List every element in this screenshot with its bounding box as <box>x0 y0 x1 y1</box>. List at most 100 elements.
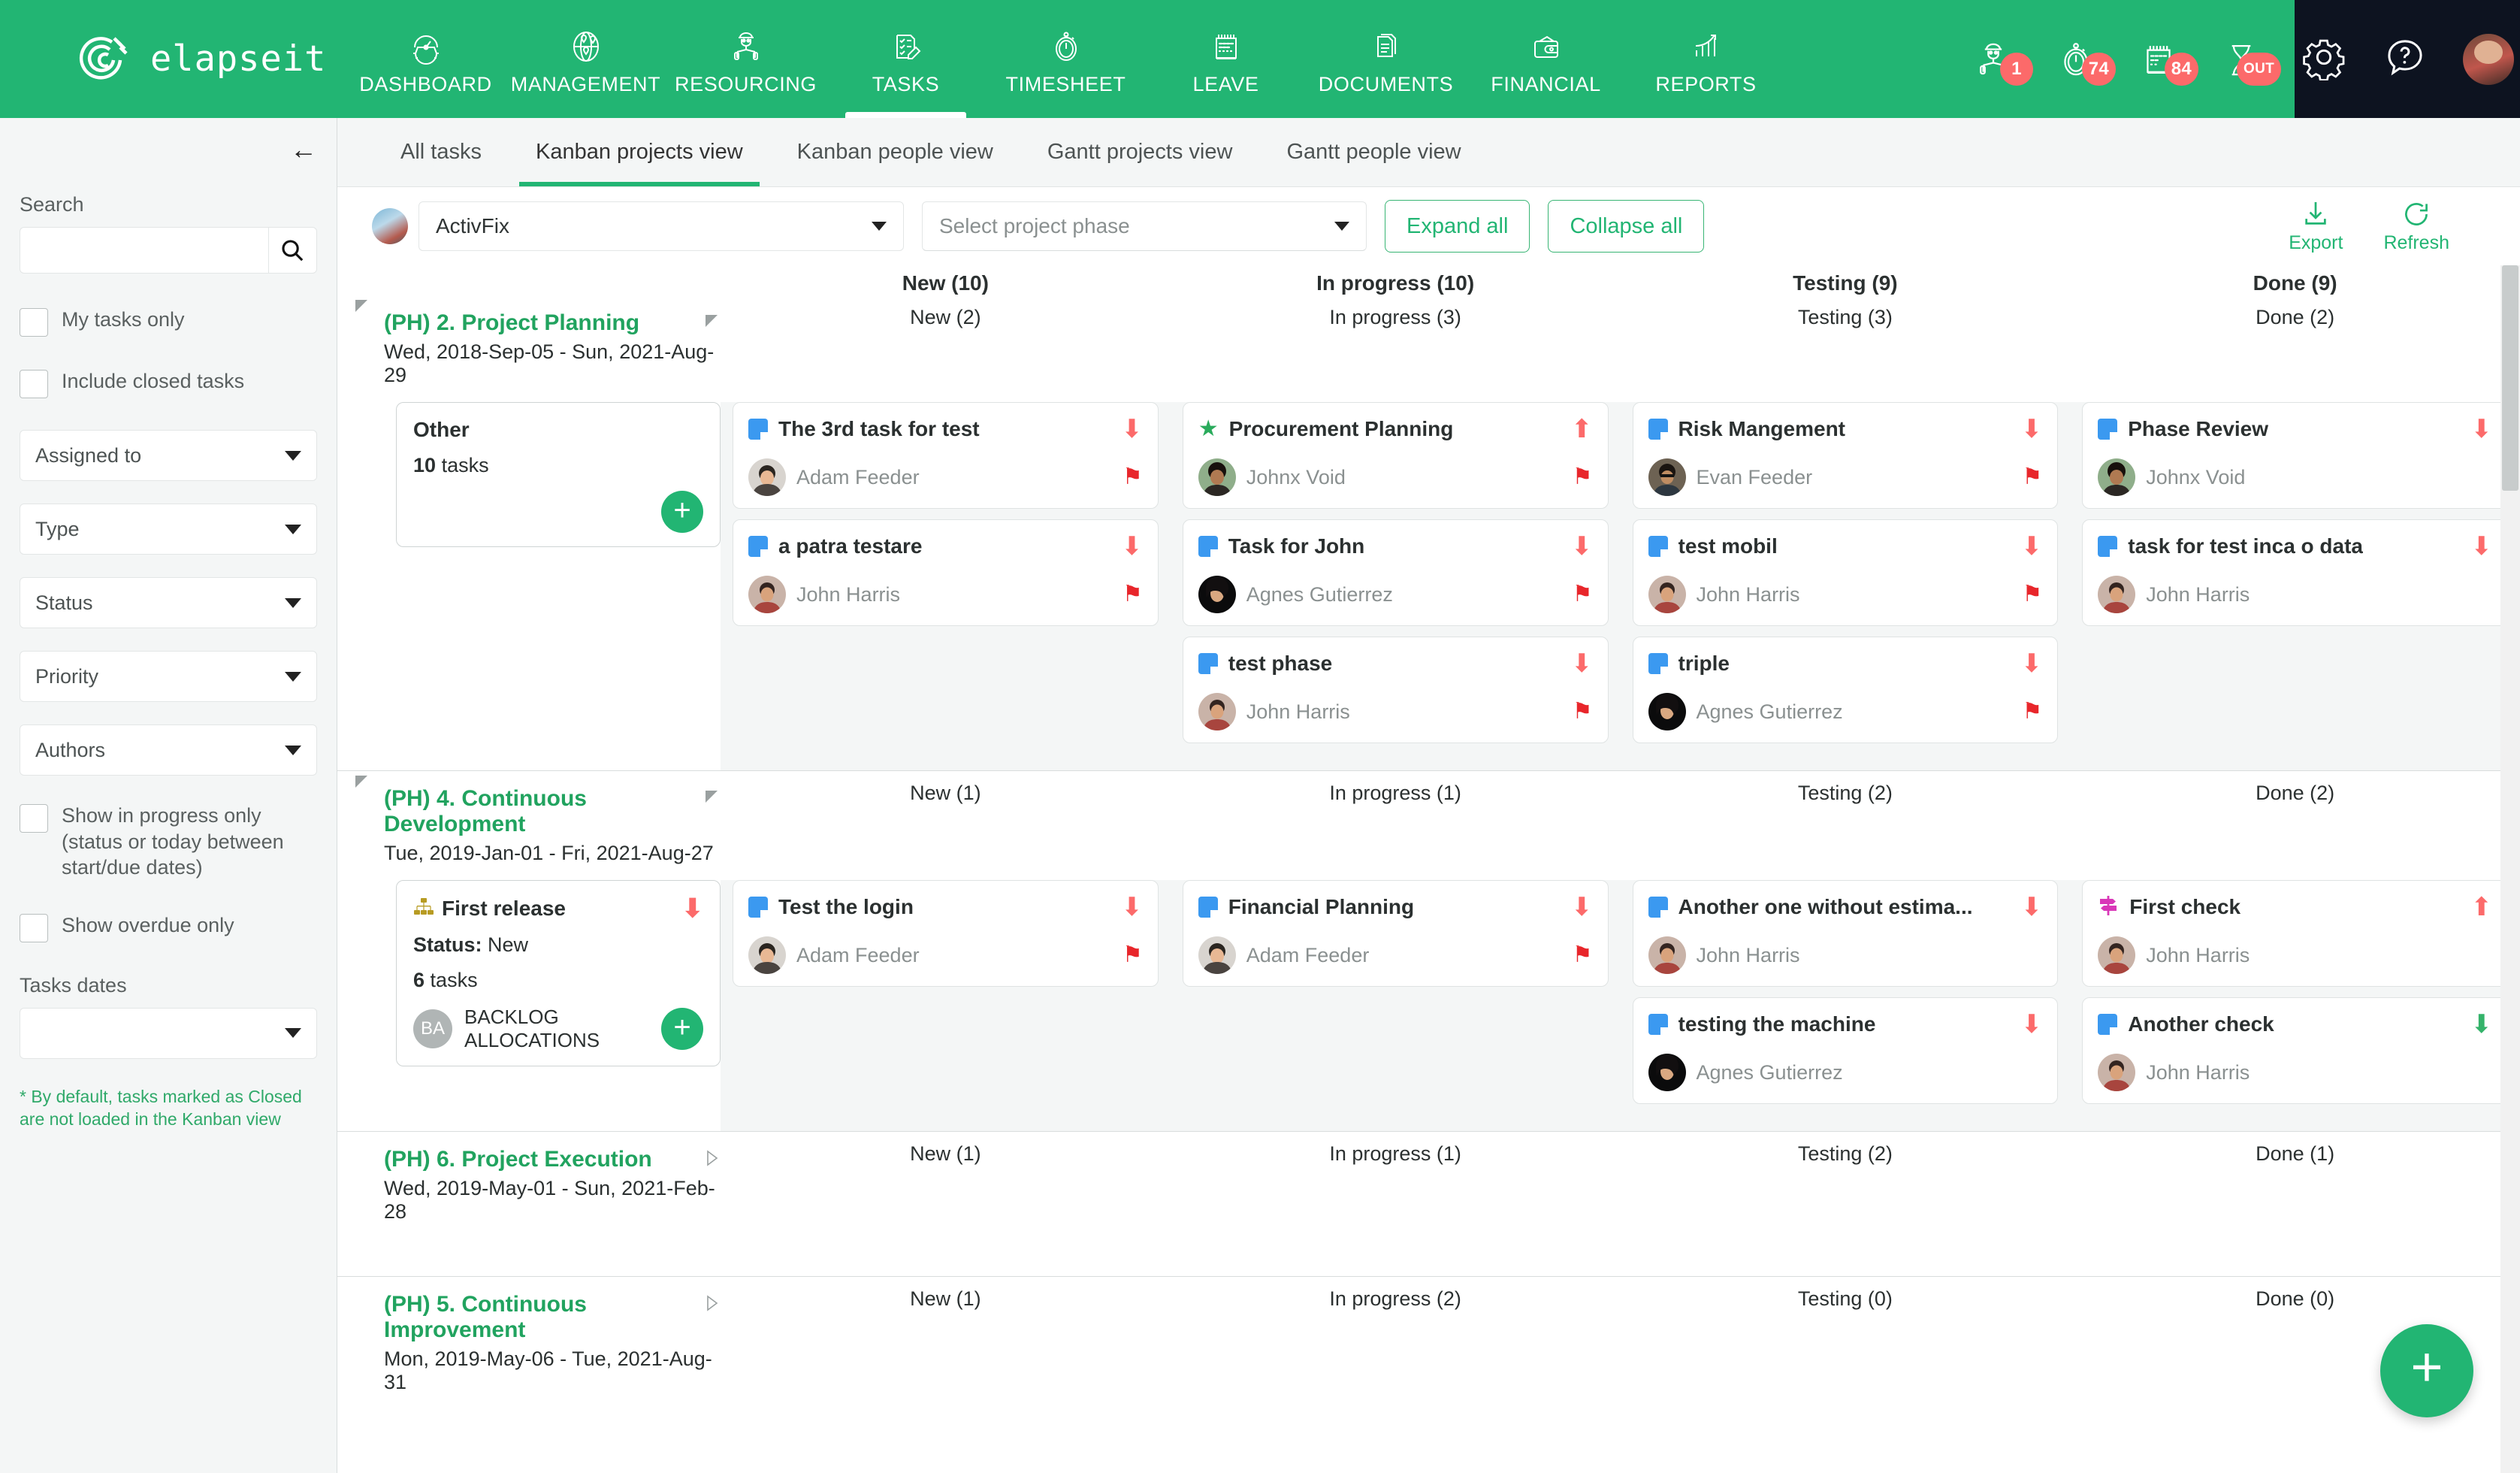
nav-item-resourcing[interactable]: RESOURCING <box>666 0 826 118</box>
nav-label: DOCUMENTS <box>1318 72 1454 95</box>
task-card[interactable]: test phase ⬇ John Harris ⚑ <box>1182 637 1609 743</box>
checkbox-my-tasks-only[interactable]: My tasks only <box>20 307 317 337</box>
select-tasks-dates[interactable] <box>20 1007 317 1059</box>
phase-dates: Wed, 2018-Sep-05 - Sun, 2021-Aug-29 <box>384 340 715 386</box>
phase-title[interactable]: (PH) 6. Project Execution <box>337 1147 721 1172</box>
brand-logo-area[interactable]: elapseit <box>0 0 346 118</box>
chevron-down-icon <box>285 745 301 755</box>
task-card[interactable]: Another check ⬇ John Harris <box>2082 997 2508 1104</box>
group-card-count: 10 tasks <box>413 454 703 477</box>
phase-title[interactable]: (PH) 5. Continuous Improvement <box>337 1292 721 1343</box>
priority-down-icon: ⬇ <box>681 894 704 923</box>
checkbox-box[interactable] <box>20 804 48 833</box>
task-card[interactable]: ★ Procurement Planning ⬆ Johnx Void ⚑ <box>1182 402 1609 509</box>
refresh-button[interactable]: Refresh <box>2383 199 2449 254</box>
task-title: First check <box>2129 895 2241 918</box>
export-button[interactable]: Export <box>2289 199 2343 254</box>
task-card[interactable]: Phase Review ⬇ Johnx Void <box>2082 402 2508 509</box>
filters-sidebar: ← Search My tasks only Include closed ta… <box>0 118 337 1473</box>
task-card[interactable]: test mobil ⬇ John Harris ⚑ <box>1632 519 2059 626</box>
task-card[interactable]: a patra testare ⬇ John Harris ⚑ <box>733 519 1159 626</box>
vertical-scrollbar[interactable] <box>2500 265 2520 1473</box>
scrollbar-thumb[interactable] <box>2502 265 2518 491</box>
help-question-icon[interactable] <box>2382 34 2428 84</box>
phase-sub-headers: New (1) In progress (1) Testing (2) Done… <box>721 1132 2520 1276</box>
assignee-avatar <box>1648 936 1686 974</box>
search-input[interactable] <box>20 227 268 274</box>
select-label: Assigned to <box>35 443 142 467</box>
collapse-triangle-icon[interactable] <box>704 789 721 809</box>
phase-select[interactable]: Select project phase <box>922 201 1367 251</box>
assignee-avatar <box>2098 1054 2136 1091</box>
tab-kanban-projects-view[interactable]: Kanban projects view <box>509 118 770 186</box>
group-card-count-word: tasks <box>441 454 489 476</box>
checkbox-box[interactable] <box>20 913 48 942</box>
checkbox-label: Show overdue only <box>62 913 234 936</box>
collapse-all-button[interactable]: Collapse all <box>1548 200 1705 253</box>
expand-all-button[interactable]: Expand all <box>1385 200 1530 253</box>
select-type[interactable]: Type <box>20 504 317 555</box>
checkbox-include-closed-tasks[interactable]: Include closed tasks <box>20 368 317 398</box>
add-task-fab[interactable]: + <box>2380 1324 2473 1417</box>
add-task-button[interactable]: + <box>661 491 703 533</box>
checkbox-box[interactable] <box>20 308 48 337</box>
nav-item-leave[interactable]: LEAVE <box>1146 0 1306 118</box>
task-card[interactable]: Financial Planning ⬇ Adam Feeder ⚑ <box>1182 880 1609 987</box>
project-select[interactable]: ActivFix <box>418 201 904 251</box>
tab-gantt-projects-view[interactable]: Gantt projects view <box>1020 118 1260 186</box>
task-card[interactable]: triple ⬇ Agnes Gutierrez ⚑ <box>1632 637 2059 743</box>
task-card[interactable]: The 3rd task for test ⬇ Adam Feeder ⚑ <box>733 402 1159 509</box>
group-card-first-release[interactable]: First release ⬇ Status: New 6 tasks BA B… <box>396 880 721 1066</box>
sitemap-icon <box>413 897 434 921</box>
tab-all-tasks[interactable]: All tasks <box>373 118 509 186</box>
checkbox-show-overdue-only[interactable]: Show overdue only <box>20 912 317 942</box>
export-label: Export <box>2289 231 2343 253</box>
collapse-triangle-icon[interactable] <box>704 313 721 334</box>
badge-leave[interactable]: 84 <box>2135 36 2198 86</box>
gear-icon[interactable] <box>2301 34 2347 84</box>
phase-title[interactable]: (PH) 2. Project Planning <box>337 310 721 336</box>
tab-gantt-people-view[interactable]: Gantt people view <box>1259 118 1488 186</box>
sub-header-testing: Testing (2) <box>1797 782 1893 804</box>
select-authors[interactable]: Authors <box>20 724 317 776</box>
expand-triangle-icon[interactable] <box>704 1295 721 1315</box>
task-card[interactable]: Task for John ⬇ Agnes Gutierrez ⚑ <box>1182 519 1609 626</box>
nav-item-management[interactable]: MANAGEMENT <box>506 0 666 118</box>
column-testing: Another one without estima... ⬇ John Har… <box>1620 880 2071 1131</box>
checkbox-box[interactable] <box>20 370 48 398</box>
phase-title[interactable]: (PH) 4. Continuous Development <box>337 786 721 837</box>
nav-item-dashboard[interactable]: DASHBOARD <box>346 0 506 118</box>
task-card[interactable]: Test the login ⬇ Adam Feeder ⚑ <box>733 880 1159 987</box>
nav-item-documents[interactable]: DOCUMENTS <box>1306 0 1466 118</box>
select-assigned-to[interactable]: Assigned to <box>20 430 317 481</box>
badge-resourcing[interactable]: 1 <box>1970 36 2033 86</box>
badge-timesheet[interactable]: 74 <box>2053 36 2116 86</box>
column-done: Phase Review ⬇ Johnx Void task for test … <box>2070 402 2520 770</box>
group-card-count-number: 10 <box>413 454 437 476</box>
select-priority[interactable]: Priority <box>20 651 317 702</box>
nav-item-reports[interactable]: REPORTS <box>1626 0 1786 118</box>
column-header-new: New (10) <box>902 271 989 295</box>
board-toolbar: ActivFix Select project phase Expand all… <box>337 187 2520 265</box>
task-card[interactable]: testing the machine ⬇ Agnes Gutierrez <box>1632 997 2059 1104</box>
task-card[interactable]: task for test inca o data ⬇ John Harris <box>2082 519 2508 626</box>
badge-out[interactable]: OUT <box>2218 36 2281 86</box>
avatar[interactable] <box>2463 33 2514 85</box>
task-card[interactable]: First check ⬆ John Harris <box>2082 880 2508 987</box>
collapse-triangle-icon[interactable] <box>354 298 370 319</box>
search-button[interactable] <box>267 227 317 274</box>
add-task-button[interactable]: + <box>661 1008 703 1050</box>
nav-item-financial[interactable]: FINANCIAL <box>1466 0 1626 118</box>
select-status[interactable]: Status <box>20 577 317 628</box>
task-card[interactable]: Another one without estima... ⬇ John Har… <box>1632 880 2059 987</box>
expand-triangle-icon[interactable] <box>704 1150 721 1170</box>
checkbox-show-in-progress-only[interactable]: Show in progress only (status or today b… <box>20 803 317 881</box>
arrow-left-icon[interactable]: ← <box>290 136 317 163</box>
collapse-triangle-icon[interactable] <box>354 774 370 794</box>
task-title: Risk Mangement <box>1678 417 1846 440</box>
task-card[interactable]: Risk Mangement ⬇ Evan Feeder ⚑ <box>1632 402 2059 509</box>
nav-item-timesheet[interactable]: TIMESHEET <box>986 0 1146 118</box>
nav-item-tasks[interactable]: TASKS <box>826 0 986 118</box>
tab-kanban-people-view[interactable]: Kanban people view <box>770 118 1020 186</box>
group-card-other[interactable]: Other 10 tasks + <box>396 402 721 547</box>
